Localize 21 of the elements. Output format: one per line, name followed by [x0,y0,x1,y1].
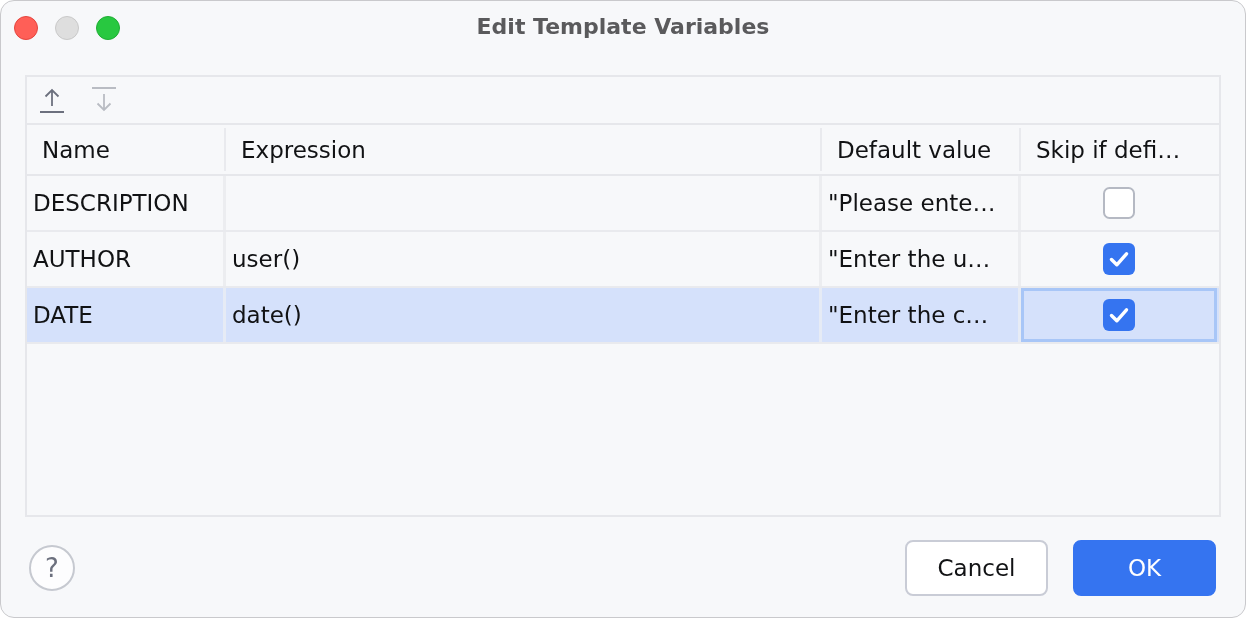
table-row[interactable]: DESCRIPTION "Please ente… [27,176,1219,232]
checkbox[interactable] [1103,243,1135,275]
checkbox[interactable] [1103,299,1135,331]
table-cell: DATE [27,288,226,342]
table-row[interactable]: DATE date() "Enter the c… [27,288,1219,344]
ok-button[interactable]: OK [1073,540,1216,596]
table-cell: "Please ente… [822,176,1021,230]
column-header: Skip if defi… [1036,136,1181,163]
column-header: Name [42,136,110,163]
table-cell: date() [226,288,822,342]
cancel-button[interactable]: Cancel [905,540,1048,596]
checkbox[interactable] [1103,187,1135,219]
column-header: Default value [837,136,992,163]
column-header: Expression [241,136,366,163]
table-cell: DESCRIPTION [27,176,226,230]
window-title: Edit Template Variables [476,13,770,39]
help-button[interactable]: ? [29,545,75,591]
table-cell: "Enter the c… [822,288,1021,342]
close-icon[interactable] [14,16,38,40]
arrow-up-icon[interactable] [40,87,64,113]
maximize-icon[interactable] [96,16,120,40]
